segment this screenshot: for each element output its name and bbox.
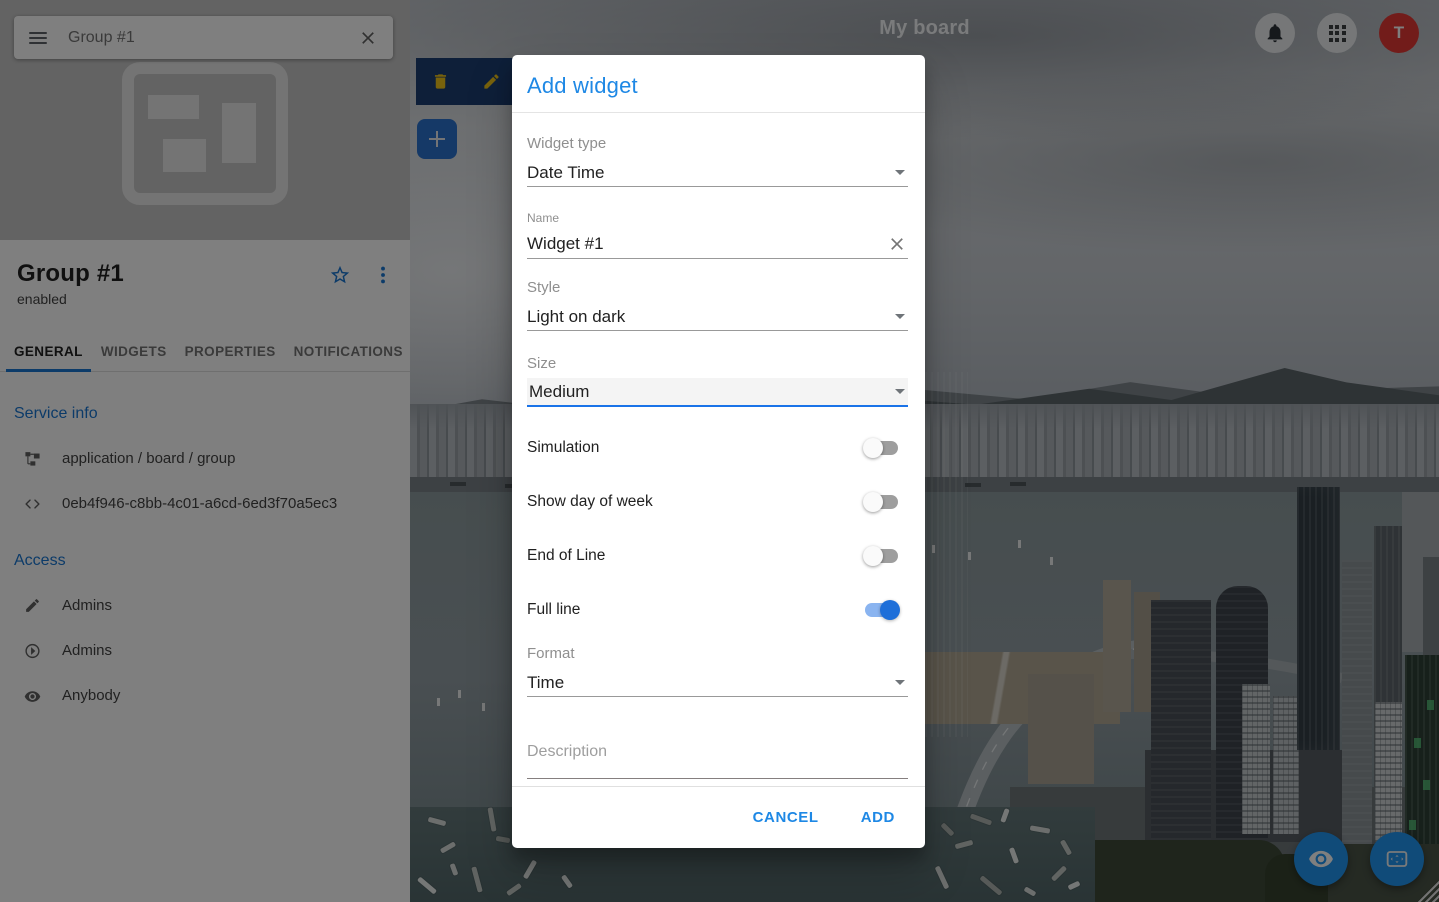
add-button[interactable]: ADD [861, 809, 895, 826]
add-widget-dialog: Add widget Widget type Date Time Name [512, 55, 925, 848]
name-label: Name [527, 211, 908, 225]
style-field: Style Light on dark [527, 279, 908, 331]
simulation-toggle[interactable] [863, 438, 900, 458]
show-day-of-week-toggle[interactable] [863, 492, 900, 512]
widget-type-field: Widget type Date Time [527, 135, 908, 187]
style-label: Style [527, 279, 908, 297]
format-select[interactable]: Time [527, 669, 908, 697]
dialog-actions: CANCEL ADD [512, 786, 925, 848]
size-select[interactable]: Medium [527, 378, 908, 407]
app-window: Group #1 Group #1 enabled GENERAL [0, 0, 1439, 902]
chevron-down-icon [895, 170, 905, 175]
style-select[interactable]: Light on dark [527, 303, 908, 331]
toggle-row-simulation: Simulation [527, 421, 908, 475]
full-line-toggle[interactable] [863, 600, 900, 620]
size-field: Size Medium [527, 355, 908, 407]
widget-type-label: Widget type [527, 135, 908, 153]
end-of-line-toggle[interactable] [863, 546, 900, 566]
description-input[interactable] [527, 725, 908, 779]
size-label: Size [527, 355, 908, 373]
chevron-down-icon [895, 680, 905, 685]
format-field: Format Time [527, 645, 908, 697]
widget-type-select[interactable]: Date Time [527, 159, 908, 187]
cancel-button[interactable]: CANCEL [753, 809, 819, 826]
clear-icon[interactable] [887, 234, 907, 254]
format-label: Format [527, 645, 908, 663]
toggle-row-full-line: Full line [527, 583, 908, 637]
name-field: Name [527, 211, 908, 259]
toggle-row-show-day-of-week: Show day of week [527, 475, 908, 529]
toggle-row-end-of-line: End of Line [527, 529, 908, 583]
name-input[interactable] [527, 234, 887, 254]
description-field [527, 725, 908, 779]
chevron-down-icon [895, 314, 905, 319]
dialog-title: Add widget [527, 73, 901, 99]
toggle-list: Simulation Show day of week End of Line … [527, 421, 908, 637]
chevron-down-icon [895, 389, 905, 394]
